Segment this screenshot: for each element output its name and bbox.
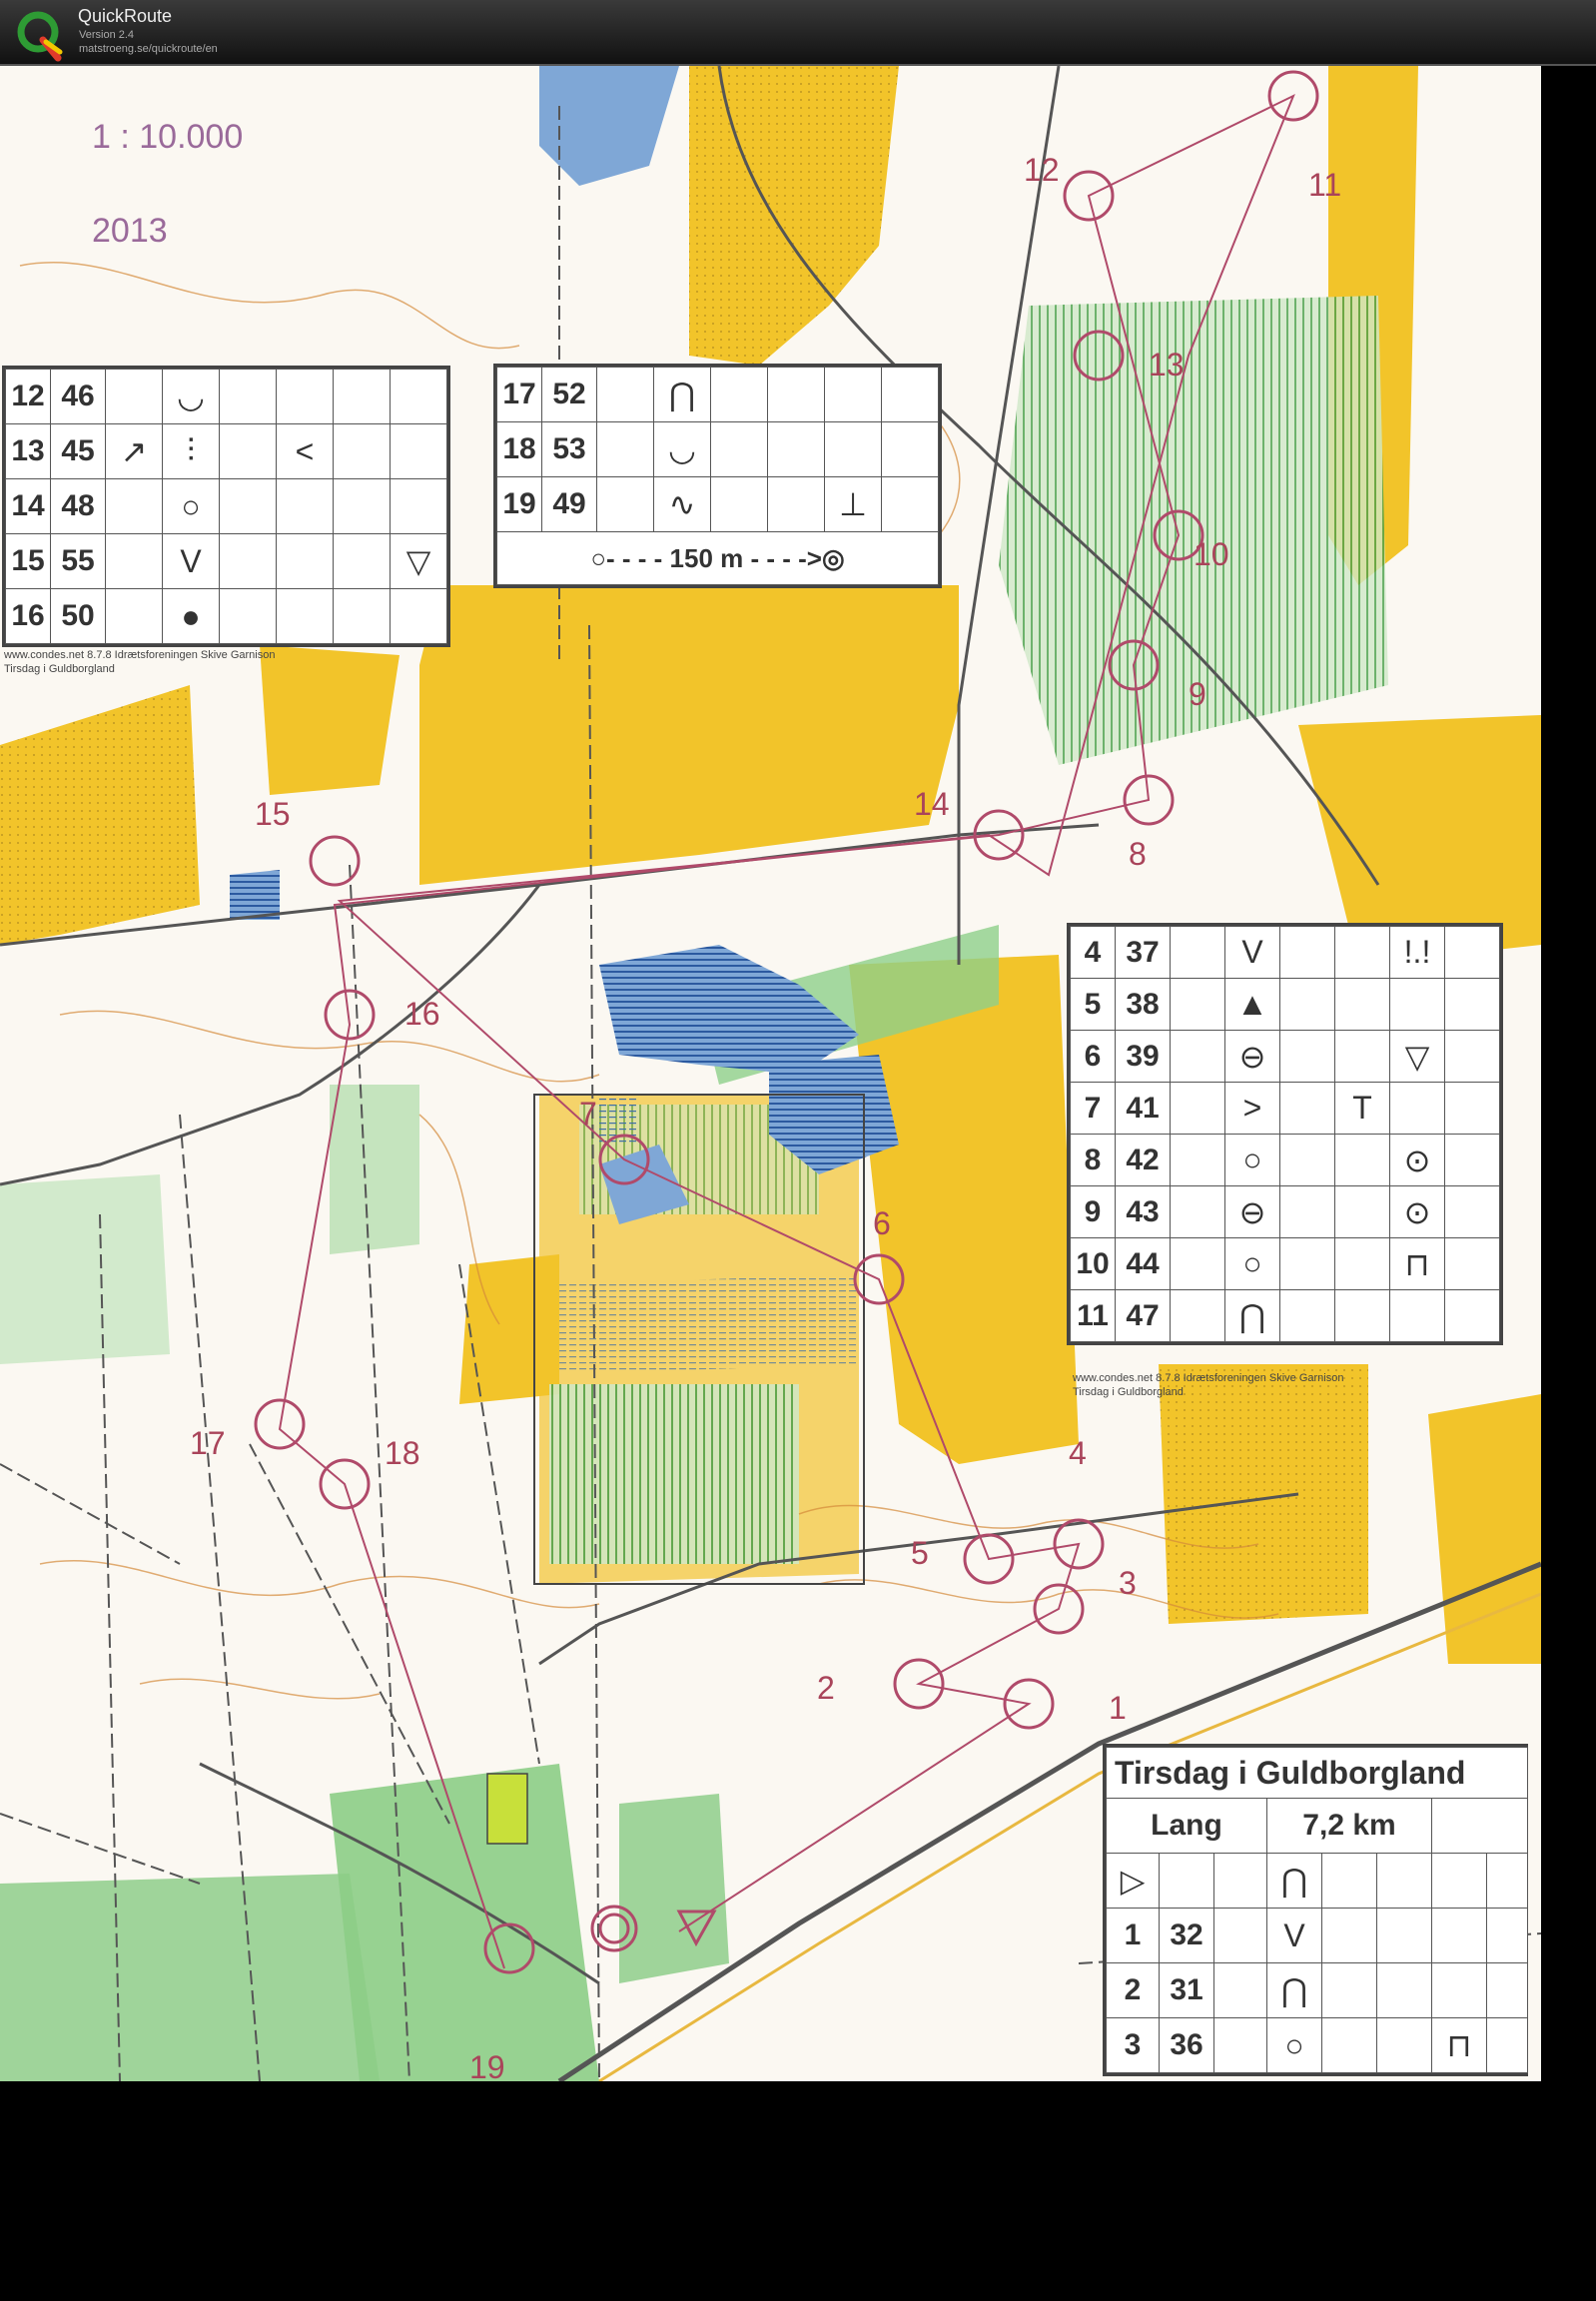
- description-row: 18 53 ◡: [496, 421, 939, 477]
- control-label: 19: [469, 2049, 505, 2081]
- course-length: 7,2 km: [1266, 1798, 1432, 1854]
- control-number: 4: [1070, 926, 1116, 979]
- map-credit-event: Tirsdag i Guldborgland: [4, 663, 115, 675]
- extra-symbol: [390, 369, 447, 424]
- control-code: 52: [541, 367, 597, 422]
- building: [486, 1773, 528, 1845]
- start-row: ▷ ⋂: [1106, 1853, 1528, 1909]
- map-scale: 1 : 10.000: [92, 118, 244, 156]
- control-label: 18: [385, 1435, 420, 1471]
- control-label: 6: [873, 1205, 891, 1241]
- quickroute-logo-icon: [17, 11, 63, 62]
- description-row: 13 45 ↗ ⫶ <: [5, 423, 447, 479]
- description-row: 12 46 ◡: [5, 369, 447, 424]
- control-label: 15: [255, 796, 291, 832]
- control-label: 11: [1308, 167, 1341, 203]
- control-label: 3: [1119, 1565, 1137, 1601]
- description-sheet-main: Tirsdag i Guldborgland Lang 7,2 km ▷ ⋂ 1…: [1103, 1744, 1528, 2076]
- empty-canvas-area: [0, 2081, 1596, 2301]
- control-label: 1: [1109, 1690, 1127, 1726]
- direction-symbol: [105, 369, 163, 424]
- control-label: 16: [404, 996, 440, 1032]
- description-row: 19 49 ∿ ⊥: [496, 476, 939, 532]
- control-label: 10: [1194, 536, 1229, 572]
- description-row: 16 50 ●: [5, 588, 447, 644]
- description-row: 14 48 ○: [5, 478, 447, 534]
- course-name: Lang: [1106, 1798, 1267, 1854]
- appearance-symbol: [219, 369, 277, 424]
- description-row: 5 38 ▲: [1070, 978, 1500, 1031]
- map-credit-event: Tirsdag i Guldborgland: [1073, 1386, 1184, 1398]
- feature-symbol: ◡: [162, 369, 220, 424]
- control-code: 37: [1115, 926, 1171, 979]
- description-row: 9 43 ⊖ ⊙: [1070, 1185, 1500, 1238]
- event-title: Tirsdag i Guldborgland: [1106, 1747, 1528, 1799]
- control-code: 46: [50, 369, 106, 424]
- app-version: Version 2.4: [79, 29, 135, 41]
- description-row: 17 52 ⋂: [496, 367, 939, 422]
- feature-symbol: ⋂: [653, 367, 711, 422]
- control-label: 4: [1069, 1435, 1087, 1471]
- description-row: 7 41 > T: [1070, 1082, 1500, 1135]
- control-label: 14: [914, 786, 950, 822]
- app-name: QuickRoute: [78, 6, 173, 26]
- description-row: 15 55 V ▽: [5, 533, 447, 589]
- app-url[interactable]: matstroeng.se/quickroute/en: [79, 43, 218, 55]
- feature-symbol: ⋂: [1266, 1853, 1322, 1909]
- description-row: 11 47 ⋂: [1070, 1289, 1500, 1342]
- orienteering-map[interactable]: 1 2 3 4 5 6 7 8 9 10 11 12 13 14 15 16 1…: [0, 66, 1541, 2081]
- description-row: 8 42 ○ ⊙: [1070, 1134, 1500, 1186]
- title-bar: QuickRoute Version 2.4 matstroeng.se/qui…: [0, 0, 1596, 66]
- description-row: 3 36 ○ ⊓: [1106, 2017, 1528, 2073]
- control-label: 13: [1149, 347, 1185, 383]
- description-row: 10 44 ○ ⊓: [1070, 1237, 1500, 1290]
- other-symbol: [333, 369, 391, 424]
- description-sheet-right: 4 37 V !.! 5 38 ▲ 6 39 ⊖ ▽ 7 41 > T 8 42…: [1067, 923, 1503, 1345]
- control-label: 8: [1129, 836, 1147, 872]
- control-label: 2: [817, 1670, 835, 1706]
- description-row: 1 32 V: [1106, 1908, 1528, 1963]
- map-credit: www.condes.net 8.7.8 Idrætsforeningen Sk…: [1073, 1372, 1344, 1384]
- description-row: 4 37 V !.!: [1070, 926, 1500, 979]
- description-sheet-left: 12 46 ◡ 13 45 ↗ ⫶ < 14 48 ○ 15 55 V ▽ 16…: [2, 366, 450, 647]
- control-number: 12: [5, 369, 51, 424]
- feature-symbol: V: [1224, 926, 1280, 979]
- control-label: 7: [579, 1096, 597, 1132]
- finish-distance: ○- - - - 150 m - - - ->◎: [496, 531, 939, 585]
- control-number: 17: [496, 367, 542, 422]
- description-sheet-middle: 17 52 ⋂ 18 53 ◡ 19 49 ∿ ⊥ ○- - - - 150 m…: [493, 364, 942, 588]
- position-symbol: [276, 369, 334, 424]
- description-row: 2 31 ⋂: [1106, 1962, 1528, 2018]
- map-year: 2013: [92, 212, 168, 250]
- control-label: 17: [190, 1425, 226, 1461]
- finish-row: ○- - - - 150 m - - - ->◎: [496, 531, 939, 585]
- start-symbol: ▷: [1106, 1853, 1160, 1909]
- map-credit: www.condes.net 8.7.8 Idrætsforeningen Sk…: [4, 649, 276, 661]
- control-label: 5: [911, 1535, 929, 1571]
- control-label: 9: [1189, 676, 1206, 712]
- control-label: 12: [1024, 152, 1060, 188]
- description-row: 6 39 ⊖ ▽: [1070, 1030, 1500, 1083]
